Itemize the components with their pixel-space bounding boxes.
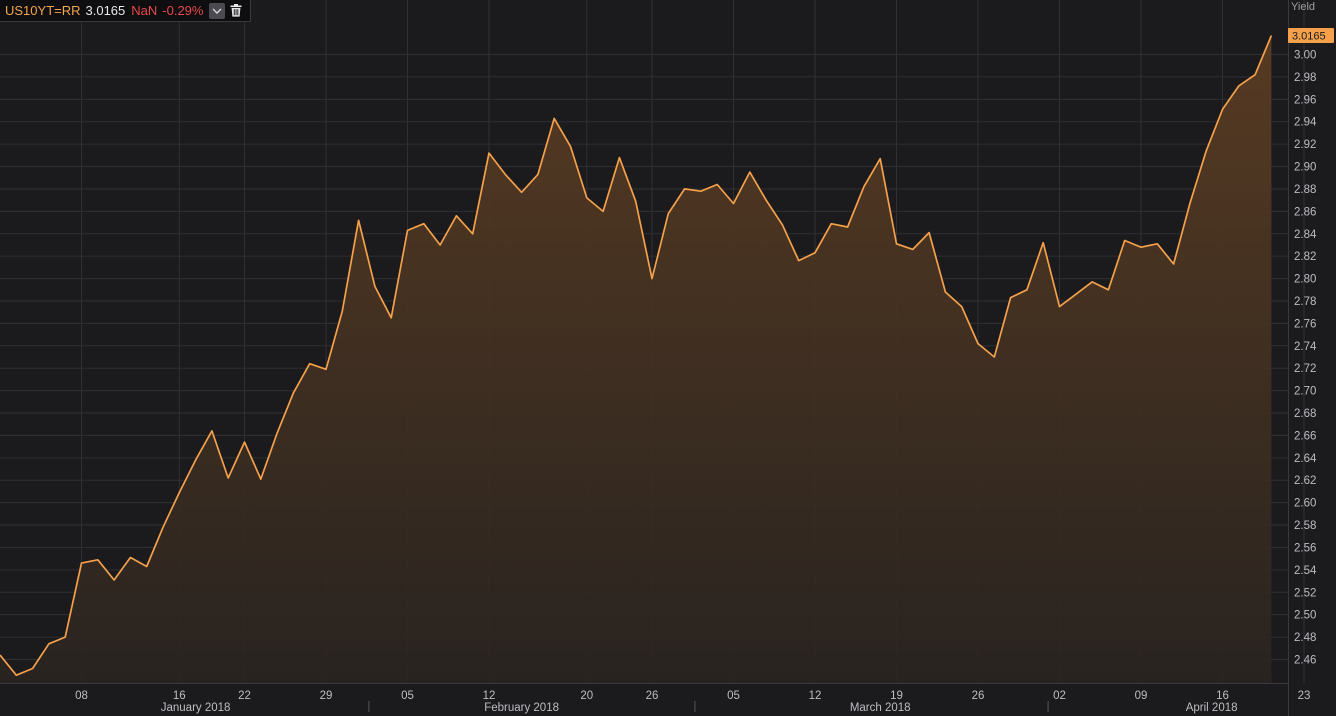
y-tick-label: 2.72 bbox=[1294, 363, 1316, 375]
trash-icon bbox=[230, 4, 242, 17]
series-options-button[interactable] bbox=[209, 2, 226, 19]
y-tick-label: 2.48 bbox=[1294, 632, 1316, 644]
month-label: March 2018 bbox=[850, 702, 911, 714]
x-tick-label: 22 bbox=[238, 690, 251, 702]
instrument-code[interactable]: US10YT=RR bbox=[5, 3, 81, 18]
x-tick-label: 05 bbox=[727, 690, 740, 702]
net-change: NaN bbox=[131, 3, 158, 18]
y-tick-label: 2.66 bbox=[1294, 430, 1316, 442]
y-tick-label: 2.94 bbox=[1294, 117, 1317, 129]
x-tick-label: 05 bbox=[401, 690, 414, 702]
x-tick-label: 20 bbox=[580, 690, 593, 702]
x-tick-label: 08 bbox=[75, 690, 88, 702]
y-tick-label: 2.92 bbox=[1294, 139, 1316, 151]
y-tick-label: 2.70 bbox=[1294, 386, 1316, 398]
y-tick-label: 2.68 bbox=[1294, 408, 1316, 420]
area-fill bbox=[0, 35, 1272, 683]
x-tick-label: 09 bbox=[1135, 690, 1148, 702]
y-tick-label: 2.56 bbox=[1294, 542, 1316, 554]
y-tick-label: 2.54 bbox=[1294, 565, 1317, 577]
x-tick-label: 12 bbox=[483, 690, 496, 702]
y-axis-title: Yield bbox=[1291, 1, 1315, 13]
yield-chart[interactable]: Yield 2.46 2.48 2.50 2.52 2.54 2.56 2.58 2.60 2.… bbox=[0, 0, 1336, 716]
delete-series-button[interactable] bbox=[228, 3, 244, 19]
y-tick-label: 2.84 bbox=[1294, 229, 1317, 241]
y-tick-label: 2.60 bbox=[1294, 498, 1316, 510]
y-axis: Yield 2.46 2.48 2.50 2.52 2.54 2.56 2.58 2.60 2.… bbox=[1288, 0, 1317, 716]
y-tick-label: 2.76 bbox=[1294, 318, 1316, 330]
x-tick-label: 16 bbox=[1216, 690, 1229, 702]
series-legend: US10YT=RR 3.0165 NaN -0.29% bbox=[0, 0, 252, 22]
y-tick-label: 2.82 bbox=[1294, 251, 1316, 263]
month-label: January 2018 bbox=[161, 702, 231, 714]
y-tick-label: 2.78 bbox=[1294, 296, 1316, 308]
x-axis: 08 16 22 29 05 12 20 26 05 12 19 26 02 09 16 23 January … bbox=[0, 683, 1311, 714]
y-tick-label: 2.96 bbox=[1294, 94, 1316, 106]
y-tick-label: 3.00 bbox=[1294, 50, 1316, 62]
last-value-tag-text: 3.0165 bbox=[1292, 31, 1326, 43]
y-tick-label: 2.98 bbox=[1294, 72, 1316, 84]
percent-change: -0.29% bbox=[162, 3, 204, 18]
y-tick-label: 2.80 bbox=[1294, 274, 1316, 286]
y-tick-label: 2.74 bbox=[1294, 341, 1317, 353]
x-tick-label: 29 bbox=[320, 690, 333, 702]
y-tick-label: 2.64 bbox=[1294, 453, 1317, 465]
y-tick-label: 2.90 bbox=[1294, 162, 1316, 174]
x-tick-label: 12 bbox=[809, 690, 822, 702]
y-tick-label: 2.58 bbox=[1294, 520, 1316, 532]
x-tick-label: 02 bbox=[1053, 690, 1066, 702]
x-tick-label: 16 bbox=[173, 690, 186, 702]
y-tick-label: 2.46 bbox=[1294, 655, 1316, 667]
y-tick-label: 2.52 bbox=[1294, 587, 1316, 599]
month-label: February 2018 bbox=[484, 702, 559, 714]
y-tick-label: 2.62 bbox=[1294, 475, 1316, 487]
last-value-tag: 3.0165 bbox=[1288, 28, 1334, 43]
series-area bbox=[0, 35, 1272, 683]
y-tick-label: 2.86 bbox=[1294, 206, 1316, 218]
chevron-down-icon bbox=[212, 8, 222, 14]
last-price: 3.0165 bbox=[85, 3, 126, 18]
x-tick-label: 26 bbox=[972, 690, 985, 702]
month-label: April 2018 bbox=[1186, 702, 1238, 714]
x-tick-label: 23 bbox=[1298, 690, 1311, 702]
y-tick-label: 2.88 bbox=[1294, 184, 1316, 196]
x-tick-label: 19 bbox=[890, 690, 903, 702]
x-tick-label: 26 bbox=[646, 690, 659, 702]
y-tick-label: 2.50 bbox=[1294, 610, 1316, 622]
